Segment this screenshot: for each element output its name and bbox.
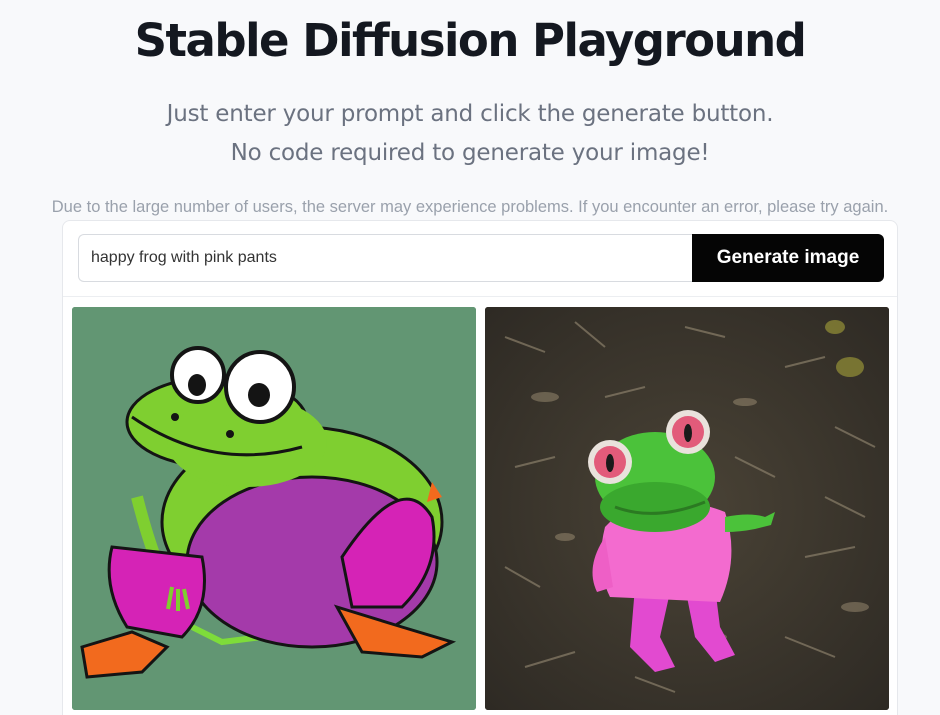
prompt-input[interactable] [78, 234, 692, 282]
page-title: Stable Diffusion Playground [134, 14, 807, 67]
generator-card: Generate image [62, 220, 898, 715]
server-notice: Due to the large number of users, the se… [51, 198, 889, 216]
prompt-form: Generate image [78, 234, 884, 282]
playground-page: Stable Diffusion Playground Just enter y… [0, 0, 940, 715]
divider [63, 296, 897, 297]
generate-image-button[interactable]: Generate image [692, 234, 884, 282]
subtitle-line-2: No code required to generate your image! [230, 140, 710, 166]
generated-image-1[interactable] [72, 307, 476, 710]
generated-image-2[interactable] [485, 307, 889, 710]
subtitle-line-1: Just enter your prompt and click the gen… [166, 101, 774, 127]
cartoon-frog-illustration [72, 307, 476, 710]
frog-photo-illustration [485, 307, 889, 710]
